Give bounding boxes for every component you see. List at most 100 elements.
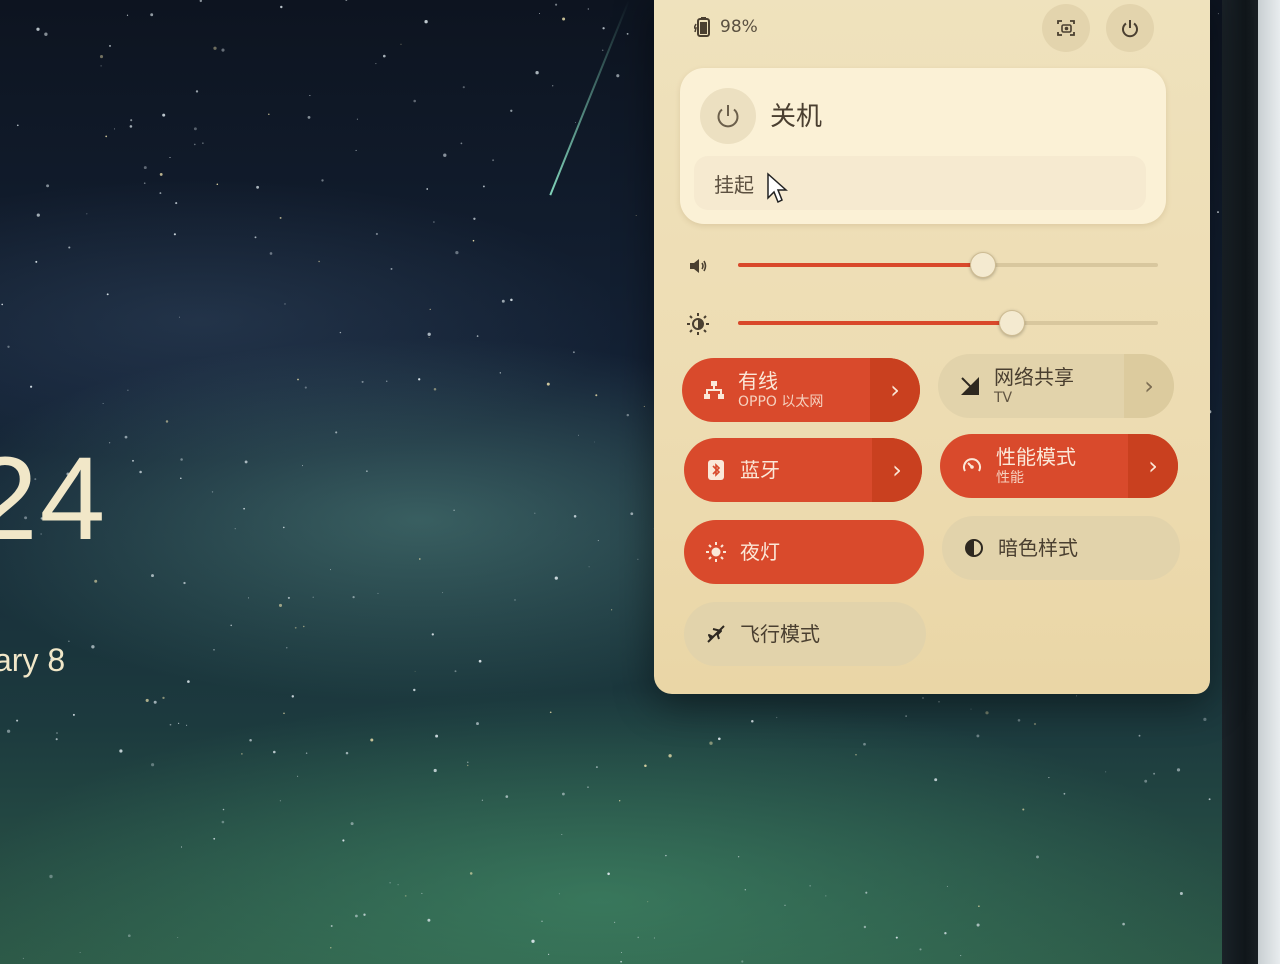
star <box>222 808 225 811</box>
star <box>91 645 95 649</box>
star <box>717 737 721 741</box>
star <box>548 953 550 956</box>
star <box>86 213 88 215</box>
dark-style-toggle[interactable]: 暗色样式 <box>942 516 1180 580</box>
power-off-button[interactable] <box>1106 4 1154 52</box>
star <box>350 822 354 826</box>
power-mode-menu-button[interactable]: › <box>1128 434 1178 498</box>
power-menu-icon-button[interactable] <box>700 88 756 144</box>
star <box>427 918 431 922</box>
star <box>180 846 183 848</box>
star <box>414 670 416 672</box>
star <box>541 920 543 922</box>
star <box>366 470 368 472</box>
bluetooth-toggle[interactable]: 蓝牙 › <box>684 438 922 502</box>
star <box>626 32 629 35</box>
screenshot-button[interactable] <box>1042 4 1090 52</box>
star <box>213 46 217 50</box>
star <box>241 753 243 755</box>
star <box>56 732 58 734</box>
star <box>127 389 129 391</box>
star <box>1217 211 1219 214</box>
wired-network-toggle[interactable]: 有线 OPPO 以太网 › <box>682 358 920 422</box>
star <box>620 951 622 953</box>
star <box>169 723 172 726</box>
star <box>595 766 598 769</box>
status-row: 98% <box>694 12 758 42</box>
star <box>162 113 166 117</box>
star <box>501 299 505 303</box>
star <box>976 734 980 738</box>
star <box>291 695 295 698</box>
star <box>269 252 273 255</box>
network-sharing-toggle[interactable]: 网络共享 TV › <box>938 354 1174 418</box>
star <box>279 216 282 219</box>
network-sharing-menu-button[interactable]: › <box>1124 354 1174 418</box>
star <box>153 700 157 704</box>
suspend-menu-item[interactable]: 挂起 <box>694 156 1146 210</box>
chevron-right-icon: › <box>892 456 902 484</box>
star <box>297 775 299 777</box>
star <box>318 260 320 263</box>
star <box>595 394 598 397</box>
star <box>1105 771 1107 773</box>
star <box>100 65 102 67</box>
star <box>36 213 40 217</box>
star <box>68 640 70 642</box>
star <box>297 378 299 381</box>
star <box>429 308 431 311</box>
volume-slider-handle[interactable] <box>969 252 996 278</box>
star <box>99 55 104 59</box>
network-sharing-subtitle: TV <box>994 390 1013 406</box>
brightness-slider-handle[interactable] <box>999 310 1025 336</box>
star <box>587 786 589 788</box>
star <box>478 659 482 663</box>
star <box>36 27 40 31</box>
bluetooth-menu-button[interactable]: › <box>872 438 922 502</box>
star <box>151 574 154 578</box>
star <box>195 90 199 93</box>
brightness-slider[interactable] <box>738 310 1158 336</box>
star <box>16 124 19 127</box>
star <box>221 820 225 824</box>
star <box>554 576 558 580</box>
star <box>102 403 104 404</box>
volume-slider[interactable] <box>738 252 1158 278</box>
night-light-toggle[interactable]: 夜灯 <box>684 520 924 584</box>
power-mode-toggle[interactable]: 性能模式 性能 › <box>940 434 1178 498</box>
star <box>555 3 558 6</box>
star <box>216 183 219 186</box>
star <box>404 895 407 897</box>
star <box>784 904 786 906</box>
star <box>186 724 188 726</box>
star <box>114 128 116 130</box>
star <box>1153 772 1156 775</box>
star <box>280 5 283 9</box>
star <box>159 172 163 176</box>
star <box>776 716 778 719</box>
star <box>428 337 430 338</box>
star <box>946 885 948 887</box>
star <box>330 925 333 927</box>
wired-network-subtitle: OPPO 以太网 <box>738 394 824 410</box>
star <box>413 99 416 103</box>
star <box>383 54 386 58</box>
chevron-right-icon: › <box>1148 452 1158 480</box>
brightness-slider-row <box>686 308 1166 338</box>
star <box>345 0 348 1</box>
star <box>130 119 133 122</box>
mouse-cursor-icon <box>767 172 788 204</box>
star <box>460 142 463 145</box>
star <box>44 32 48 36</box>
star <box>307 115 311 119</box>
star <box>178 316 181 318</box>
star <box>361 380 364 383</box>
star <box>433 768 437 773</box>
star <box>469 872 473 875</box>
dark-style-title: 暗色样式 <box>998 536 1078 560</box>
wired-network-menu-button[interactable]: › <box>870 358 920 422</box>
star <box>573 515 577 518</box>
star <box>1017 719 1021 722</box>
star <box>653 937 655 939</box>
airplane-mode-toggle[interactable]: 飞行模式 <box>684 602 926 666</box>
